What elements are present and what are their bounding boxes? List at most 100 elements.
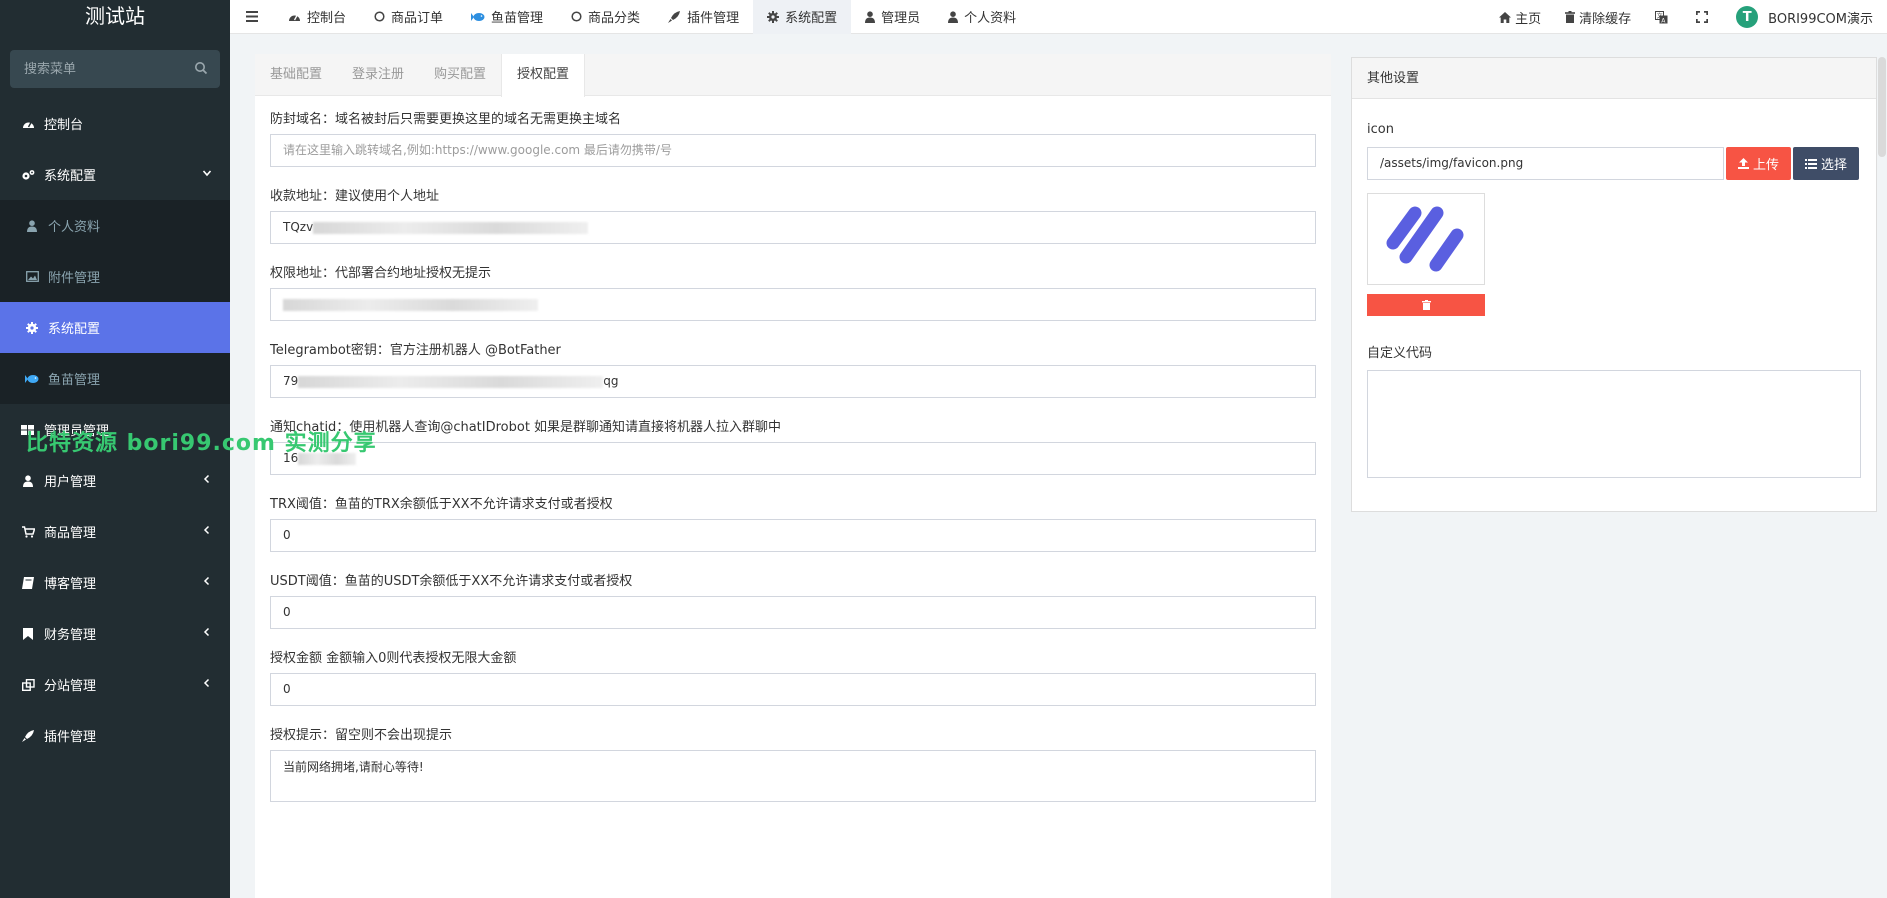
scrollbar[interactable] (1878, 57, 1886, 157)
upload-label: 上传 (1753, 158, 1780, 173)
nav-plugins[interactable]: 插件管理 (654, 0, 753, 34)
telegram-token-input[interactable]: 79 qg (270, 365, 1316, 398)
field-trx-threshold: TRX阈值：鱼苗的TRX余额低于XX不允许请求支付或者授权 0 (270, 493, 1316, 552)
field-payment-address: 收款地址：建议使用个人地址 TQzv (270, 185, 1316, 244)
choose-label: 选择 (1821, 158, 1848, 173)
sidebar-item-system-config-group[interactable]: 系统配置 (0, 149, 230, 200)
sidebar-item-plugins[interactable]: 插件管理 (0, 710, 230, 761)
nav-profile[interactable]: 个人资料 (934, 0, 1030, 34)
nav-label: 系统配置 (785, 11, 838, 26)
redacted-text (298, 375, 604, 388)
trx-threshold-input[interactable]: 0 (270, 519, 1316, 552)
redacted-text (313, 221, 589, 234)
usdt-threshold-input[interactable]: 0 (270, 596, 1316, 629)
clear-cache-label: 清除缓存 (1579, 11, 1632, 27)
field-label: 权限地址：代部署合约地址授权无提示 (270, 266, 492, 281)
field-auth-tip: 授权提示：留空则不会出现提示 当前网络拥堵,请耐心等待! (270, 724, 1316, 802)
sidebar-item-label: 商品管理 (44, 526, 97, 541)
sidebar-item-label: 附件管理 (48, 271, 101, 286)
field-telegram-token: Telegrambot密钥：官方注册机器人 @BotFather 79 qg (270, 339, 1316, 398)
nav-label: 商品分类 (588, 11, 641, 26)
nav-system-config[interactable]: 系统配置 (753, 0, 852, 34)
nav-categories[interactable]: 商品分类 (557, 0, 654, 34)
icon-path-input[interactable]: /assets/img/favicon.png (1367, 147, 1724, 180)
nav-label: 控制台 (307, 11, 347, 26)
sidebar-item-label: 系统配置 (48, 322, 101, 337)
nav-label: 商品订单 (391, 11, 444, 26)
chevron-left-icon (203, 525, 210, 535)
search-icon[interactable] (194, 61, 208, 75)
field-label: 授权提示：留空则不会出现提示 (270, 728, 453, 743)
field-label: Telegrambot密钥：官方注册机器人 @BotFather (270, 343, 561, 358)
favicon-image (1386, 206, 1464, 272)
sidebar-item-label: 个人资料 (48, 220, 101, 235)
nav-orders[interactable]: 商品订单 (360, 0, 457, 34)
sidebar-item-dashboard[interactable]: 控制台 (0, 98, 230, 149)
tab-login[interactable]: 登录注册 (337, 54, 419, 95)
sidebar-item-system-config[interactable]: 系统配置 (0, 302, 230, 353)
icon-preview (1367, 193, 1485, 285)
fish-icon (471, 12, 485, 22)
user-menu[interactable]: T BORI99COM演示 (1724, 0, 1887, 34)
sidebar-item-users[interactable]: 用户管理 (0, 455, 230, 506)
fullscreen-button[interactable] (1684, 0, 1724, 34)
custom-code-label: 自定义代码 (1367, 346, 1433, 361)
icon-field-row: /assets/img/favicon.png 上传 选择 (1367, 147, 1861, 180)
custom-code-textarea[interactable] (1367, 370, 1861, 478)
nav-admin[interactable]: 管理员 (851, 0, 934, 34)
user-icon (948, 10, 959, 23)
fish-icon (22, 374, 42, 384)
nav-dashboard[interactable]: 控制台 (274, 0, 360, 34)
clear-cache-button[interactable]: 清除缓存 (1553, 0, 1643, 34)
tab-purchase[interactable]: 购买配置 (419, 54, 501, 95)
translate-button[interactable]: 文A (1643, 0, 1684, 34)
field-chat-id: 通知chatid：使用机器人查询@chatIDrobot 如果是群聊通知请直接将… (270, 416, 1316, 475)
sidebar-item-label: 分站管理 (44, 679, 97, 694)
nav-fish[interactable]: 鱼苗管理 (457, 0, 557, 34)
backup-domain-input[interactable]: 请在这里输入跳转域名,例如:https://www.google.com 最后请… (270, 134, 1316, 167)
gears-icon (18, 169, 38, 181)
sidebar-item-finance[interactable]: 财务管理 (0, 608, 230, 659)
sidebar-item-profile[interactable]: 个人资料 (0, 200, 230, 251)
site-logo[interactable]: 测试站 (0, 0, 230, 34)
sidebar-item-label: 财务管理 (44, 628, 97, 643)
circle-icon (571, 11, 582, 22)
dashboard-icon (18, 118, 38, 130)
field-label: 收款地址：建议使用个人地址 (270, 189, 440, 204)
delete-icon-button[interactable] (1367, 294, 1485, 316)
sidebar-item-label: 博客管理 (44, 577, 97, 592)
menu-search-input[interactable] (10, 50, 220, 88)
cart-icon (18, 525, 38, 538)
top-nav: 控制台 商品订单 鱼苗管理 商品分类 插件管理 系统配置 管理员 个人资料 (274, 0, 1030, 34)
translate-icon: 文A (1655, 10, 1668, 24)
field-auth-amount: 授权金额 金额输入0则代表授权无限大金额 0 (270, 647, 1316, 706)
trash-icon (1565, 11, 1576, 23)
field-value-tail: qg (603, 374, 619, 388)
top-right-actions: 主页 清除缓存 文A T BORI99COM演示 (1487, 0, 1887, 34)
sidebar-item-blog[interactable]: 博客管理 (0, 557, 230, 608)
home-link[interactable]: 主页 (1487, 0, 1553, 34)
circle-icon (374, 11, 385, 22)
choose-button[interactable]: 选择 (1793, 147, 1860, 180)
sidebar-item-fish[interactable]: 鱼苗管理 (0, 353, 230, 404)
sidebar-item-substations[interactable]: 分站管理 (0, 659, 230, 710)
chat-id-input[interactable]: 16 (270, 442, 1316, 475)
auth-amount-input[interactable]: 0 (270, 673, 1316, 706)
clone-icon (18, 678, 38, 691)
upload-button[interactable]: 上传 (1726, 147, 1792, 180)
sidebar-item-attachments[interactable]: 附件管理 (0, 251, 230, 302)
gear-icon (767, 10, 780, 23)
sidebar-submenu: 个人资料 附件管理 系统配置 鱼苗管理 (0, 200, 230, 404)
nav-label: 个人资料 (964, 11, 1017, 26)
user-icon (18, 474, 38, 487)
book-icon (18, 576, 38, 589)
auth-tip-textarea[interactable]: 当前网络拥堵,请耐心等待! (270, 750, 1316, 802)
menu-search[interactable] (10, 50, 220, 88)
tab-authorization[interactable]: 授权配置 (501, 54, 586, 97)
sidebar-item-products[interactable]: 商品管理 (0, 506, 230, 557)
permission-address-input[interactable] (270, 288, 1316, 321)
menu-toggle-button[interactable] (230, 0, 274, 34)
tab-basic[interactable]: 基础配置 (255, 54, 337, 95)
payment-address-input[interactable]: TQzv (270, 211, 1316, 244)
avatar: T (1736, 6, 1759, 28)
